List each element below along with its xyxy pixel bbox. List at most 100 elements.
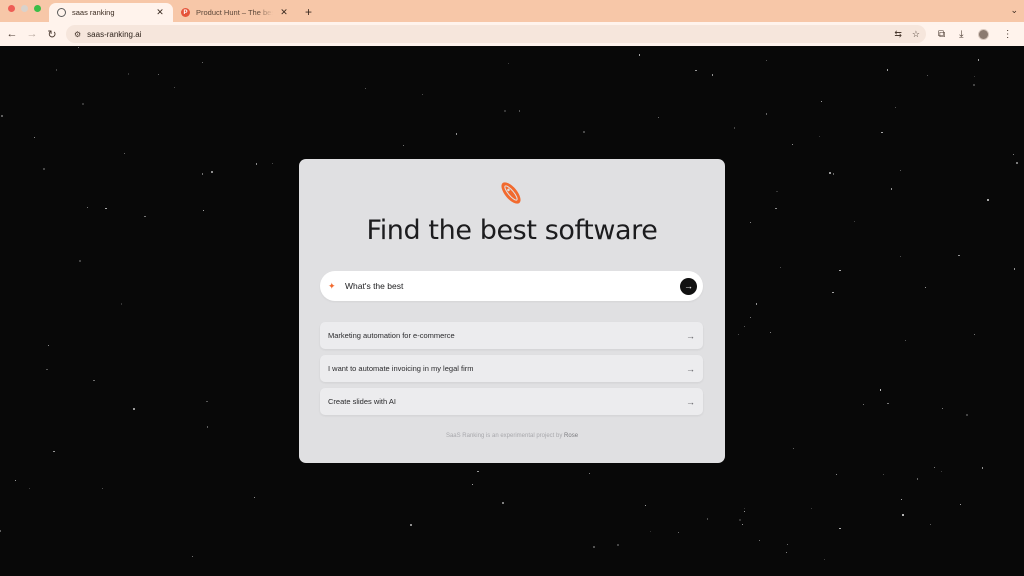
- menu-icon[interactable]: ⋮: [1003, 29, 1013, 40]
- star-dot: [206, 401, 208, 403]
- star-dot: [28, 488, 31, 490]
- minimize-window-button[interactable]: [21, 4, 28, 12]
- arrow-right-icon: →: [684, 281, 693, 291]
- star-dot: [959, 503, 961, 505]
- star-dot: [202, 61, 204, 63]
- star-dot: [972, 84, 975, 87]
- star-dot: [749, 316, 751, 318]
- back-icon[interactable]: ←: [2, 28, 22, 40]
- search-bar[interactable]: ✦ →: [320, 271, 703, 301]
- site-settings-icon[interactable]: ⚙: [74, 30, 81, 39]
- star-dot: [743, 511, 745, 513]
- reload-icon[interactable]: ↻: [42, 28, 62, 41]
- star-dot: [900, 499, 903, 501]
- star-dot: [658, 117, 660, 119]
- star-dot: [79, 260, 82, 262]
- tab-saas-ranking[interactable]: saas ranking ✕: [49, 3, 173, 22]
- star-dot: [101, 488, 103, 490]
- bookmark-star-icon[interactable]: ☆: [912, 29, 920, 40]
- suggestion-label: Create slides with AI: [328, 397, 396, 406]
- star-dot: [737, 333, 740, 335]
- star-dot: [593, 546, 596, 549]
- star-dot: [823, 558, 826, 560]
- star-dot: [776, 190, 778, 193]
- star-dot: [712, 74, 714, 76]
- footer-text: SaaS Ranking is an experimental project …: [445, 433, 563, 439]
- star-dot: [940, 470, 943, 472]
- star-dot: [839, 269, 841, 271]
- footer-author-link[interactable]: Rose: [564, 433, 578, 439]
- star-dot: [899, 169, 901, 171]
- search-input[interactable]: [342, 281, 680, 291]
- suggestion-item[interactable]: Create slides with AI →: [320, 388, 703, 415]
- star-dot: [582, 130, 585, 133]
- star-dot: [973, 75, 976, 77]
- arrow-right-icon: →: [686, 330, 695, 341]
- maximize-window-button[interactable]: [34, 4, 41, 12]
- suggestion-item[interactable]: I want to automate invoicing in my legal…: [320, 355, 703, 382]
- star-dot: [958, 254, 960, 256]
- star-dot: [839, 527, 841, 529]
- star-dot: [770, 331, 772, 333]
- download-icon[interactable]: ⤓: [959, 29, 963, 40]
- star-dot: [502, 502, 505, 504]
- tab-product-hunt[interactable]: P Product Hunt – The best new ✕: [173, 3, 297, 22]
- star-dot: [14, 480, 16, 482]
- star-dot: [765, 59, 768, 61]
- star-dot: [56, 69, 58, 71]
- tab-close-icon[interactable]: ✕: [155, 7, 165, 18]
- product-hunt-icon: P: [181, 8, 190, 17]
- star-dot: [862, 403, 864, 405]
- star-dot: [786, 543, 789, 545]
- star-dot: [902, 514, 904, 516]
- star-dot: [157, 73, 160, 76]
- star-dot: [1013, 154, 1015, 156]
- tab-close-icon[interactable]: ✕: [279, 7, 289, 18]
- star-dot: [904, 339, 906, 342]
- suggestion-item[interactable]: Marketing automation for e-commerce →: [320, 322, 703, 349]
- star-dot: [941, 408, 943, 410]
- star-dot: [927, 74, 929, 77]
- star-dot: [836, 473, 838, 475]
- search-card: Find the best software ✦ → Marketing aut…: [299, 159, 725, 463]
- star-dot: [81, 102, 84, 105]
- star-dot: [793, 447, 795, 450]
- star-dot: [53, 450, 55, 452]
- extensions-icon[interactable]: ⧉: [938, 29, 945, 40]
- star-dot: [86, 207, 89, 209]
- star-dot: [255, 163, 258, 165]
- star-dot: [645, 504, 647, 507]
- profile-avatar[interactable]: [977, 28, 989, 40]
- footer-credit: SaaS Ranking is an experimental project …: [299, 433, 725, 439]
- star-dot: [978, 59, 980, 61]
- star-dot: [639, 54, 641, 56]
- star-dot: [46, 368, 48, 370]
- forward-icon[interactable]: →: [22, 28, 42, 40]
- star-dot: [894, 107, 897, 109]
- star-dot: [421, 94, 423, 96]
- arrow-right-icon: →: [686, 363, 695, 374]
- address-bar[interactable]: ⚙ saas-ranking.ai ⇆ ☆: [66, 25, 926, 43]
- submit-search-button[interactable]: →: [680, 277, 697, 295]
- star-dot: [133, 407, 136, 410]
- tab-search-icon[interactable]: ⌄: [1010, 5, 1018, 16]
- star-dot: [966, 414, 969, 417]
- star-dot: [202, 173, 204, 175]
- new-tab-button[interactable]: +: [297, 5, 320, 22]
- sparkle-icon: ✦: [328, 280, 336, 291]
- suggestion-label: I want to automate invoicing in my legal…: [328, 364, 474, 373]
- star-dot: [832, 291, 834, 293]
- close-window-button[interactable]: [8, 4, 15, 12]
- star-dot: [123, 152, 126, 154]
- star-dot: [933, 466, 936, 469]
- star-dot: [202, 210, 204, 212]
- star-dot: [981, 467, 983, 469]
- star-dot: [271, 163, 273, 165]
- star-dot: [743, 507, 746, 510]
- star-dot: [986, 198, 989, 201]
- url-text[interactable]: saas-ranking.ai: [87, 30, 141, 39]
- star-dot: [880, 389, 882, 391]
- star-dot: [820, 101, 823, 103]
- translate-icon[interactable]: ⇆: [894, 29, 902, 40]
- star-dot: [706, 518, 708, 520]
